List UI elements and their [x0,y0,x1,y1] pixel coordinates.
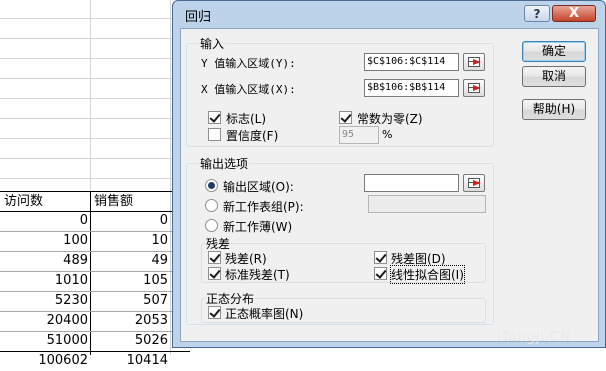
input-group-label: 输入 [199,35,226,52]
new-workbook-label: 新工作薄(W) [223,220,293,234]
residuals-checkbox-label: 残差(R) [225,252,267,266]
row-gridline [0,138,190,139]
dialog-titlebar[interactable]: 回归 ? X [173,1,605,27]
help-button[interactable]: 帮助(H) [522,99,586,120]
row-gridline [0,98,190,99]
new-worksheet-label: 新工作表组(P): [223,200,304,214]
row-gridline [0,58,190,59]
row-gridline [0,178,190,179]
watermark: iTongji.CN [497,330,571,345]
dialog-title: 回归 [185,10,212,25]
column-header-visits[interactable]: 访问数 [4,192,43,212]
table-cell[interactable]: 0 [0,211,88,231]
output-range-input[interactable] [364,174,459,192]
standardized-residuals-label: 标准残差(T) [225,268,290,282]
row-gridline [0,18,190,19]
percent-sign: % [382,128,393,141]
regression-dialog: 回归 ? X 输入 Y 值输入区域(Y): $C$106:$C$114 X 值输… [172,0,606,348]
new-workbook-radio[interactable] [205,219,218,232]
output-range-radio[interactable] [205,179,218,192]
y-range-collapse-button[interactable] [463,53,485,71]
row-gridline [0,118,190,119]
confidence-label: 置信度(F) [226,129,279,143]
line-fit-plots-label: 线性拟合图(I) [390,265,465,284]
table-cell[interactable]: 10414 [91,351,168,371]
ok-button[interactable]: 确定 [522,41,586,62]
residuals-checkbox[interactable] [208,251,221,264]
row-gridline [0,78,190,79]
confidence-checkbox[interactable] [208,128,221,141]
confidence-level-input[interactable]: 95 [339,126,379,144]
constant-zero-label: 常数为零(Z) [357,112,423,126]
table-cell[interactable]: 20400 [0,311,88,331]
row-gridline [0,38,190,39]
y-range-input[interactable]: $C$106:$C$114 [364,53,459,71]
table-cell[interactable]: 100 [0,231,88,251]
table-cell[interactable]: 489 [0,251,88,271]
x-range-input[interactable]: $B$106:$B$114 [364,79,459,97]
table-cell[interactable]: 105 [91,271,168,291]
table-cell[interactable]: 100602 [0,351,88,371]
residual-plots-label: 残差图(D) [391,252,446,266]
table-cell[interactable]: 10 [91,231,168,251]
standardized-residuals-checkbox[interactable] [208,267,221,280]
new-worksheet-radio[interactable] [205,199,218,212]
labels-checkbox[interactable] [208,111,221,124]
constant-zero-checkbox[interactable] [339,111,352,124]
table-cell[interactable]: 5230 [0,291,88,311]
titlebar-help-button[interactable]: ? [524,5,550,22]
labels-checkbox-label: 标志(L) [226,112,267,126]
output-options-label: 输出选项 [199,155,250,172]
normal-probability-label: 正态概率图(N) [225,307,304,321]
table-cell[interactable]: 51000 [0,331,88,351]
column-header-sales[interactable]: 销售额 [94,192,133,212]
dialog-body: 输入 Y 值输入区域(Y): $C$106:$C$114 X 值输入区域(X):… [180,28,599,342]
cancel-button[interactable]: 取消 [522,66,586,87]
table-cell[interactable]: 5026 [91,331,168,351]
row-gridline [0,158,190,159]
output-range-collapse-button[interactable] [463,174,485,192]
residual-plots-checkbox[interactable] [374,251,387,264]
table-cell[interactable]: 2053 [91,311,168,331]
normal-probability-checkbox[interactable] [208,306,221,319]
line-fit-plots-checkbox[interactable] [374,267,387,280]
table-cell[interactable]: 49 [91,251,168,271]
x-range-label: X 值输入区域(X): [201,83,296,96]
new-worksheet-input[interactable] [368,195,486,213]
table-cell[interactable]: 507 [91,291,168,311]
table-cell[interactable]: 1010 [0,271,88,291]
close-button[interactable]: X [552,5,596,22]
y-range-label: Y 值输入区域(Y): [201,57,296,70]
output-range-label: 输出区域(O): [223,180,294,194]
x-range-collapse-button[interactable] [463,79,485,97]
table-cell[interactable]: 0 [91,211,168,231]
